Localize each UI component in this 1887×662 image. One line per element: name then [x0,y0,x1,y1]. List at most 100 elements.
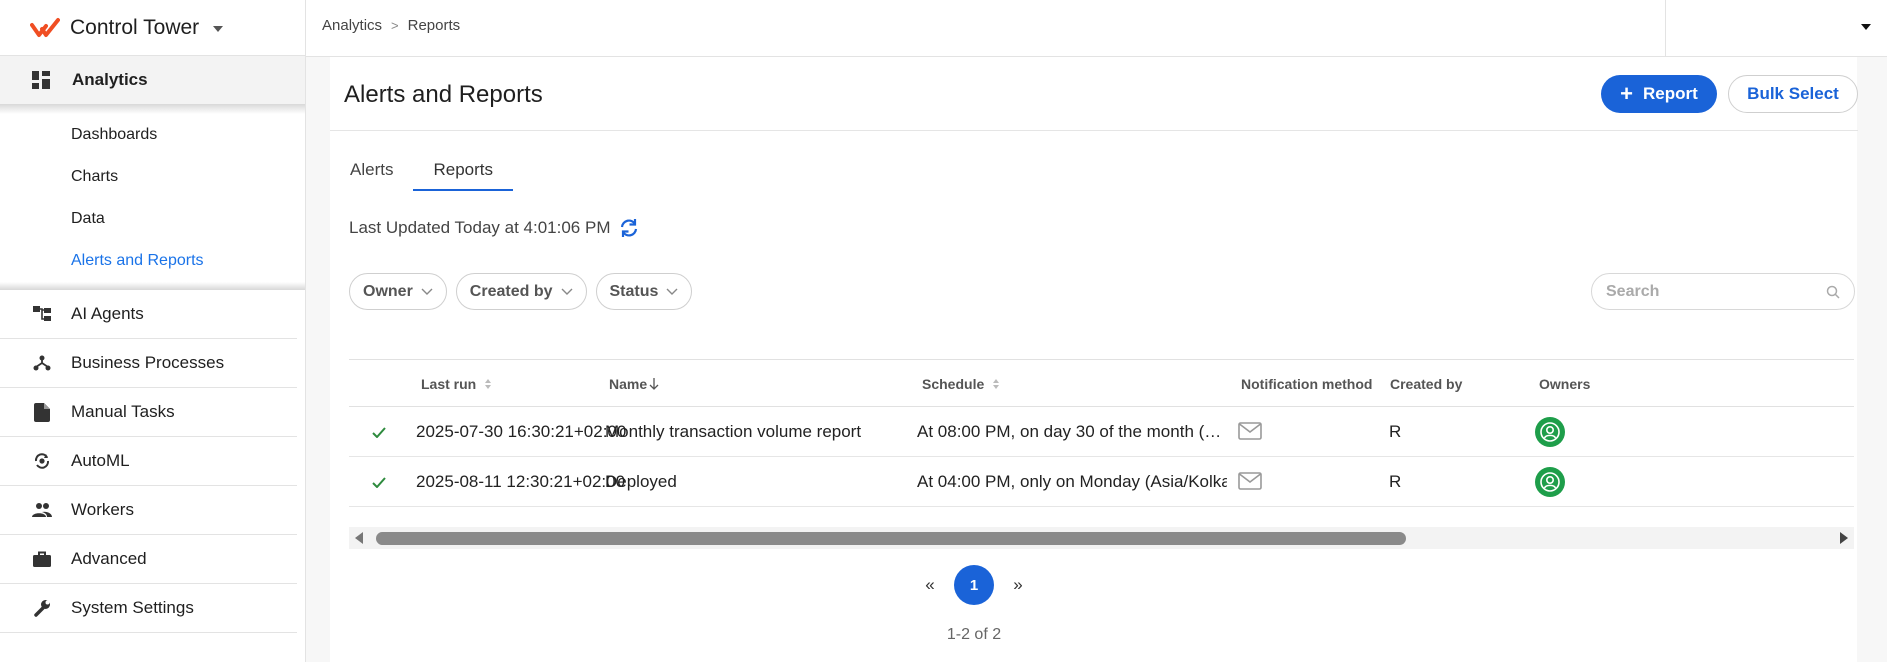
sidebar-item-label: AutoML [71,451,130,470]
sidebar-item-manual-tasks[interactable]: Manual Tasks [0,388,297,437]
search-box [1591,273,1855,310]
app-root: Control Tower Analytics Dashboards Chart… [0,0,1887,662]
pagination: « 1 » [918,565,1030,605]
caret-down-icon [1861,24,1871,30]
breadcrumb: Analytics > Reports [322,17,460,34]
user-menu[interactable] [1665,0,1887,56]
cell-name[interactable]: Monthly transaction volume report [605,422,861,442]
last-updated: Last Updated Today at 4:01:06 PM [349,217,640,239]
created-by-filter[interactable]: Created by [455,273,587,310]
pagination-page-1[interactable]: 1 [954,565,994,605]
cell-schedule: At 04:00 PM, only on Monday (Asia/Kolkat… [917,472,1227,491]
pagination-prev-button[interactable]: « [918,575,942,595]
cell-schedule: At 08:00 PM, on day 30 of the month (Asi… [917,422,1227,441]
sidebar-section-analytics[interactable]: Analytics [0,56,305,104]
owner-avatar[interactable] [1535,467,1565,497]
column-header-notification-method: Notification method [1241,376,1373,392]
chevron-down-icon [666,288,678,295]
sidebar-item-charts[interactable]: Charts [0,156,305,198]
sidebar-item-dashboards[interactable]: Dashboards [0,114,305,156]
horizontal-scrollbar[interactable] [349,527,1854,549]
brand-name: Control Tower [70,15,200,39]
brand-logo-icon [30,17,60,37]
table-row[interactable]: 2025-08-11 12:30:21+02:00 Deployed At 04… [349,457,1854,507]
status-filter[interactable]: Status [595,273,693,310]
column-header-label: Schedule [922,376,985,392]
sidebar-item-business-processes[interactable]: Business Processes [0,339,297,388]
refresh-icon[interactable] [618,217,640,239]
table-row[interactable]: 2025-07-30 16:30:21+02:00 Monthly transa… [349,407,1854,457]
column-header-created-by: Created by [1390,376,1463,392]
sort-icon [993,379,1000,389]
check-icon [372,477,386,488]
sidebar-item-data[interactable]: Data [0,198,305,240]
scroll-right-icon[interactable] [1840,532,1848,544]
sidebar-sub-list: Dashboards Charts Data Alerts and Report… [0,114,305,282]
dashboard-grid-icon [32,71,50,89]
column-header-last-run[interactable]: Last run [421,376,492,392]
sidebar-item-label: Business Processes [71,353,225,372]
cell-name[interactable]: Deployed [605,472,677,492]
scroll-left-icon[interactable] [355,532,363,544]
sidebar-item-workers[interactable]: Workers [0,486,297,535]
filter-label: Created by [469,282,553,300]
scrollbar-thumb[interactable] [376,532,1406,545]
chevron-down-icon [561,288,572,295]
sort-icon [485,379,492,389]
business-processes-icon [32,353,52,373]
breadcrumb-item-reports: Reports [407,17,461,34]
breadcrumb-item-analytics[interactable]: Analytics [322,17,382,34]
ai-agents-icon [32,304,52,324]
cell-last-run: 2025-08-11 12:30:21+02:00 [416,472,626,491]
sidebar-item-label: System Settings [71,598,194,617]
add-report-label: Report [1643,84,1698,103]
search-icon [1826,285,1840,299]
pagination-summary: 1-2 of 2 [946,626,1002,643]
page-title: Alerts and Reports [344,81,543,108]
brand-switcher[interactable]: Control Tower [0,0,305,56]
cell-created-by: R [1389,422,1402,441]
sidebar-item-automl[interactable]: AutoML [0,437,297,486]
sidebar-item-label: Manual Tasks [71,402,175,421]
user-icon [1540,472,1560,492]
user-icon [1540,422,1560,442]
search-input[interactable] [1606,282,1826,301]
last-updated-text: Last Updated Today at 4:01:06 PM [349,218,611,237]
add-report-button[interactable]: + Report [1601,75,1717,113]
cell-last-run: 2025-07-30 16:30:21+02:00 [416,422,627,441]
bulk-select-button[interactable]: Bulk Select [1728,75,1858,113]
workers-icon [32,500,52,520]
column-header-schedule[interactable]: Schedule [922,376,1000,392]
owner-avatar[interactable] [1535,417,1565,447]
tab-alerts[interactable]: Alerts [330,157,413,191]
sidebar-item-label: Workers [71,500,134,519]
sidebar-item-label: Advanced [71,549,147,568]
sidebar-item-alerts-and-reports[interactable]: Alerts and Reports [0,240,305,282]
sidebar-section-label: Analytics [72,70,148,89]
tab-reports[interactable]: Reports [413,157,513,191]
automl-icon [32,451,52,471]
manual-tasks-icon [32,402,52,422]
sidebar-item-system-settings[interactable]: System Settings [0,584,297,633]
filter-label: Status [609,282,659,300]
column-header-owners: Owners [1539,376,1591,392]
email-icon [1238,422,1262,440]
chevron-down-icon [421,288,433,295]
chevron-right-icon: > [391,18,399,33]
main-content: Alerts and Reports + Report Bulk Select … [330,57,1858,662]
top-bar: Analytics > Reports [306,0,1887,57]
owner-filter[interactable]: Owner [349,273,447,310]
caret-down-icon [213,25,224,32]
filter-label: Owner [363,282,413,300]
email-icon [1238,472,1262,490]
arrow-down-icon [649,378,659,390]
sidebar-item-advanced[interactable]: Advanced [0,535,297,584]
sidebar-item-ai-agents[interactable]: AI Agents [0,290,297,339]
table-header: Last run Name Schedule Notification meth… [349,359,1854,407]
column-header-label: Name [609,376,648,392]
pagination-next-button[interactable]: » [1006,575,1030,595]
column-header-name[interactable]: Name [609,376,659,392]
wrench-icon [32,598,52,618]
column-header-label: Last run [421,376,477,392]
sidebar-item-label: AI Agents [71,304,144,323]
